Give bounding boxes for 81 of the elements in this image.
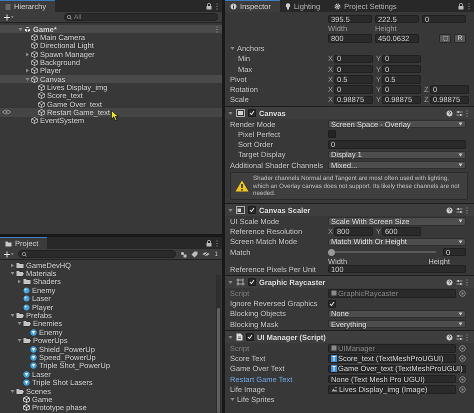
cursor-icon [110, 110, 119, 122]
expanded-arrow-icon[interactable] [228, 334, 233, 340]
eye-slash-icon[interactable] [202, 251, 210, 257]
expanded-arrow-icon[interactable] [228, 110, 233, 116]
checkmark-icon [249, 110, 255, 116]
checkbox[interactable] [328, 130, 336, 138]
caret-icon [458, 152, 463, 157]
text-component-icon [331, 355, 337, 362]
help-icon[interactable] [446, 206, 453, 214]
checkmark-icon [247, 334, 253, 340]
expanded-arrow-icon[interactable] [228, 280, 233, 285]
lock-icon[interactable] [458, 2, 464, 10]
folder-icon [5, 240, 12, 246]
collapsed-arrow-icon[interactable] [17, 279, 22, 284]
dotted-square-icon [442, 36, 448, 41]
lock-icon[interactable] [206, 2, 212, 10]
search-icon [22, 252, 27, 256]
checkmark-icon [249, 279, 255, 286]
script-icon [331, 290, 337, 296]
caret-icon [458, 240, 463, 244]
expanded-arrow-icon[interactable] [10, 313, 15, 318]
enable-checkbox[interactable] [248, 206, 256, 214]
search-icon [67, 14, 72, 20]
filter-icon[interactable] [180, 250, 188, 258]
open-folder-icon [16, 388, 24, 395]
expanded-arrow-icon[interactable] [17, 338, 22, 344]
open-folder-icon [16, 270, 24, 278]
expanded-arrow-icon[interactable] [230, 397, 235, 402]
script-icon [331, 345, 337, 352]
text-component-icon [331, 365, 337, 372]
collapsed-arrow-icon[interactable] [25, 68, 30, 74]
target-icon[interactable] [459, 290, 466, 297]
sliders-icon[interactable] [456, 334, 463, 341]
help-icon[interactable] [446, 110, 453, 116]
raycaster-icon [236, 278, 245, 286]
sliders-icon[interactable] [456, 110, 463, 116]
canvas-icon [236, 109, 245, 117]
blueprint-button[interactable] [439, 34, 451, 43]
light-bulb-icon [284, 3, 291, 10]
prefab-cube-icon [30, 328, 37, 336]
expanded-arrow-icon[interactable] [10, 388, 15, 394]
caret-icon [458, 219, 463, 224]
sliders-icon[interactable] [456, 206, 463, 214]
scrollbar[interactable] [216, 275, 221, 413]
warning-icon [235, 180, 249, 192]
expanded-arrow-icon[interactable] [230, 46, 235, 52]
search-field[interactable] [18, 250, 176, 258]
settings-icon [334, 3, 342, 10]
caret-icon [458, 312, 463, 316]
folder-icon [23, 278, 31, 286]
caret-icon [458, 163, 463, 168]
help-icon[interactable] [446, 278, 453, 286]
open-folder-icon [23, 337, 31, 344]
slider-handle[interactable] [328, 248, 335, 256]
expanded-arrow-icon[interactable] [25, 76, 30, 82]
enable-checkbox[interactable] [248, 278, 256, 286]
eye-icon[interactable] [2, 109, 11, 116]
list-icon [5, 4, 11, 10]
expanded-arrow-icon[interactable] [228, 208, 233, 213]
checkmark-icon [249, 207, 255, 214]
collapsed-arrow-icon[interactable] [10, 262, 15, 268]
add-icon[interactable] [4, 14, 14, 20]
expanded-arrow-icon[interactable] [18, 26, 23, 32]
checkbox[interactable] [328, 300, 336, 308]
image-icon [331, 386, 338, 392]
scaler-icon [236, 206, 245, 214]
script-icon [236, 333, 243, 342]
help-icon[interactable] [446, 334, 453, 341]
expanded-arrow-icon[interactable] [10, 271, 15, 276]
enable-checkbox[interactable] [246, 333, 254, 342]
sliders-icon[interactable] [456, 278, 463, 286]
slider-track[interactable] [328, 248, 436, 256]
info-icon [230, 3, 237, 10]
checkmark-icon [329, 300, 335, 307]
lock-icon[interactable] [206, 240, 212, 246]
collapsed-arrow-icon[interactable] [25, 52, 30, 57]
add-icon[interactable] [4, 250, 14, 258]
expanded-arrow-icon[interactable] [17, 321, 22, 326]
enable-checkbox[interactable] [248, 109, 256, 117]
caret-icon [458, 322, 463, 326]
caret-icon [458, 122, 463, 126]
